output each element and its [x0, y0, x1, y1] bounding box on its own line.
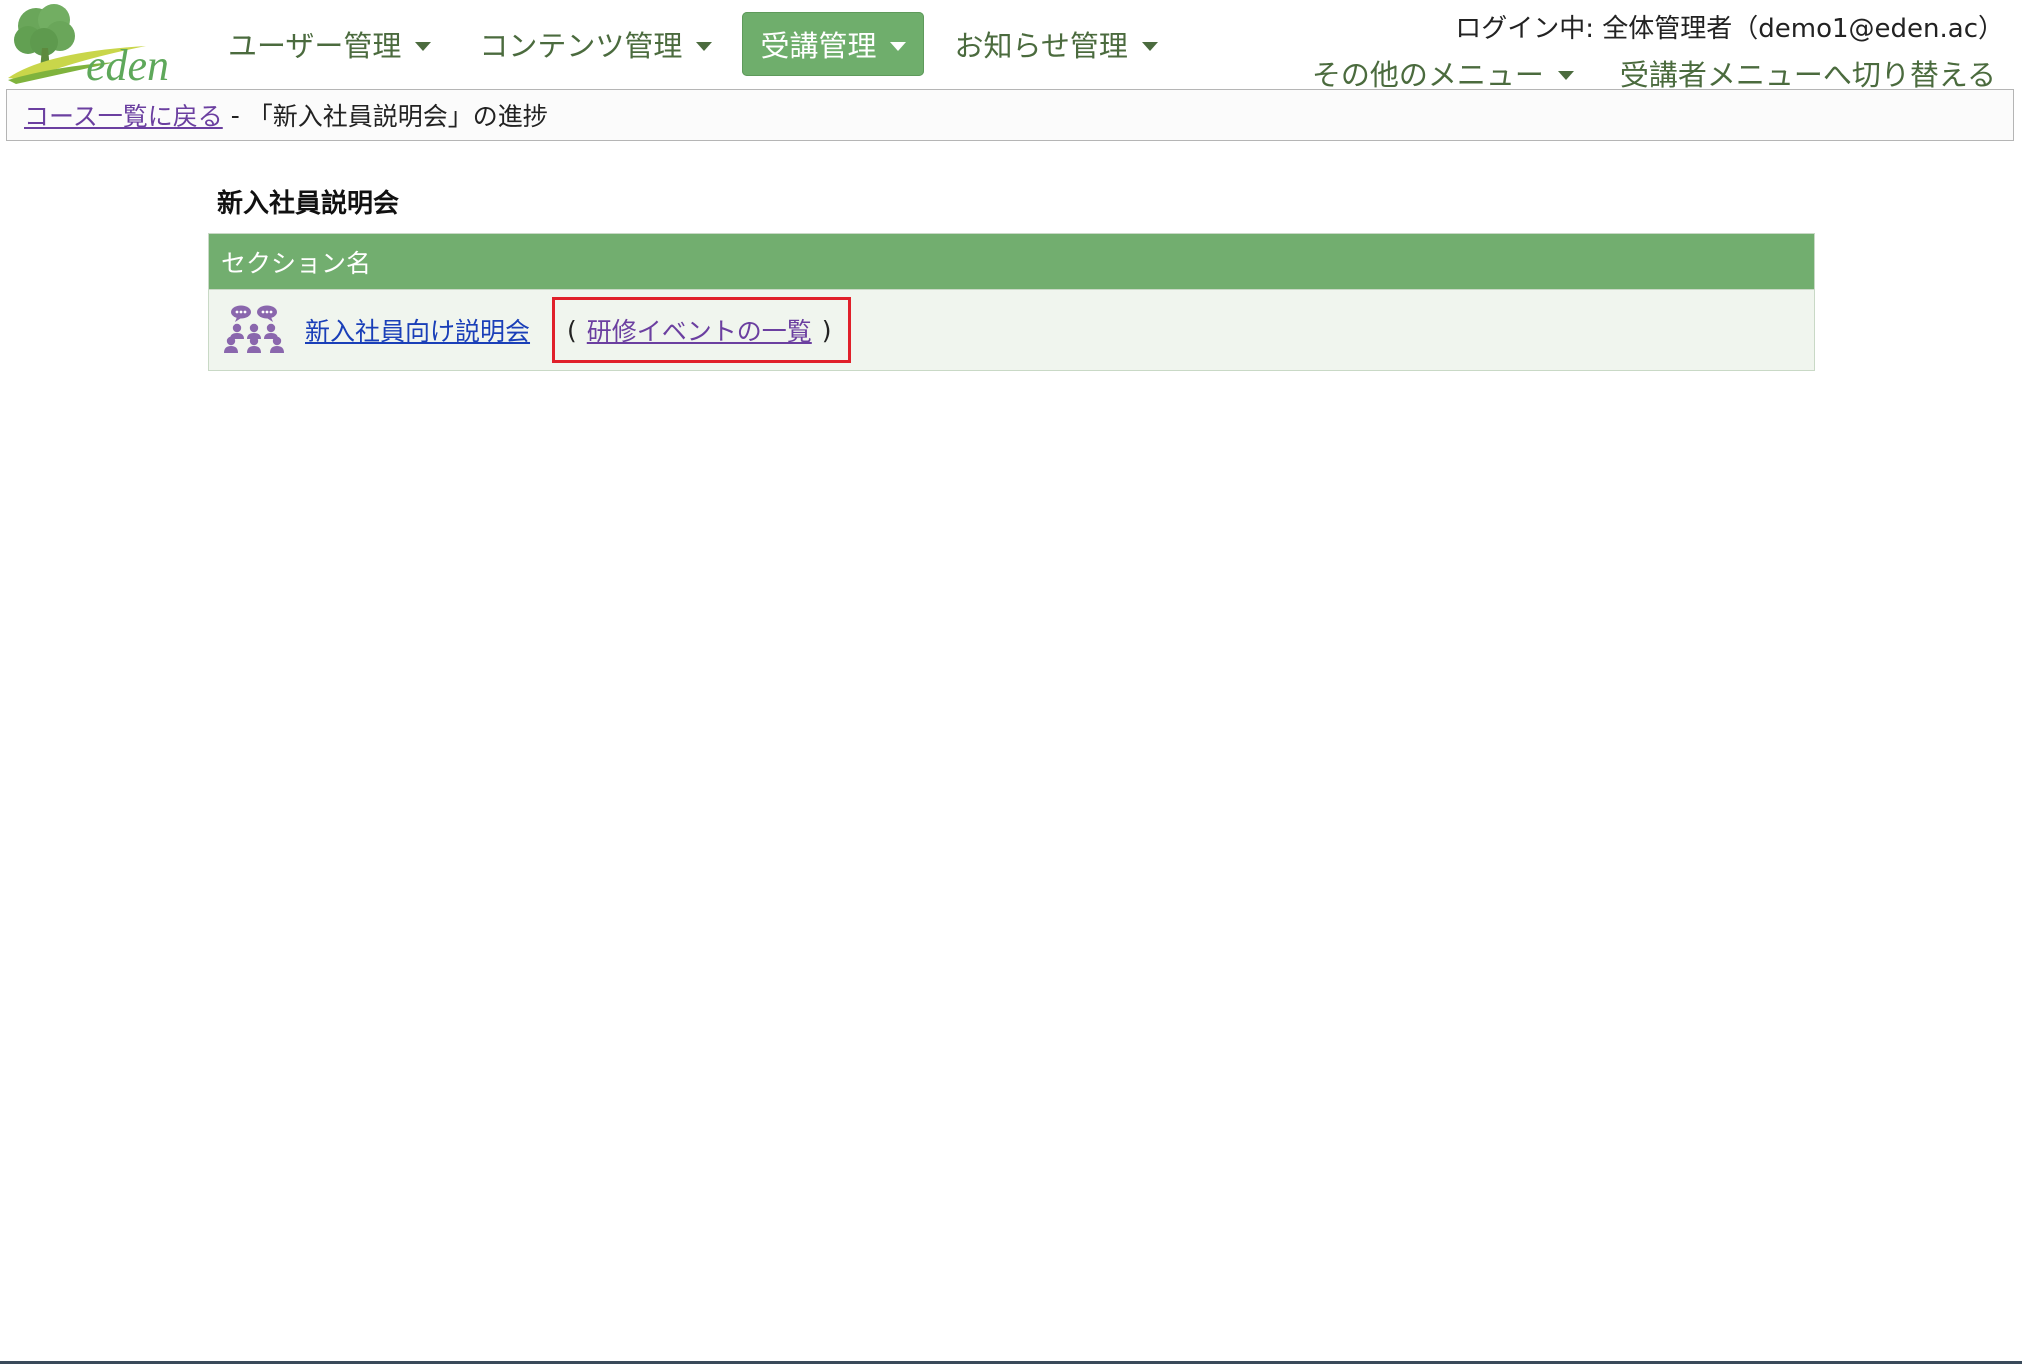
training-events-highlight: ( 研修イベントの一覧 ) — [552, 297, 851, 363]
logo-wordmark: eden — [86, 41, 169, 86]
caret-down-icon — [1141, 41, 1158, 51]
section-table: セクション名 新入社員向け説明会 (研修イベントの一覧) — [208, 233, 1815, 371]
section-link-orientation[interactable]: 新入社員向け説明会 — [305, 312, 530, 348]
nav-user-management-label: ユーザー管理 — [228, 29, 402, 63]
breadcrumb-current: 「新入社員説明会」の進捗 — [247, 102, 548, 131]
nav-notice-management[interactable]: お知らせ管理 — [936, 12, 1175, 76]
breadcrumb: コース一覧に戻る - 「新入社員説明会」の進捗 — [6, 89, 2014, 141]
nav-notice-management-label: お知らせ管理 — [954, 29, 1128, 63]
caret-down-icon — [696, 41, 713, 51]
other-menu-dropdown[interactable]: その他のメニュー — [1312, 52, 1574, 94]
meeting-icon — [223, 305, 285, 355]
page-title: 新入社員説明会 — [217, 189, 400, 219]
breadcrumb-separator: - — [230, 100, 240, 130]
caret-down-icon — [1557, 70, 1574, 80]
nav-course-management[interactable]: 受講管理 — [742, 12, 925, 76]
sub-menu: その他のメニュー 受講者メニューへ切り替える — [1312, 52, 1996, 94]
nav-content-management[interactable]: コンテンツ管理 — [461, 12, 730, 76]
close-paren: ) — [821, 315, 832, 345]
other-menu-label: その他のメニュー — [1311, 58, 1544, 92]
switch-to-learner-menu-link[interactable]: 受講者メニューへ切り替える — [1620, 52, 1996, 94]
switch-to-learner-menu-label: 受講者メニューへ切り替える — [1619, 58, 1996, 92]
header: eden ユーザー管理 コンテンツ管理 受講管理 お知らせ管理 ログイン中: 全… — [0, 0, 2022, 92]
training-event-list-link[interactable]: 研修イベントの一覧 — [587, 312, 812, 348]
nav-course-management-label: 受講管理 — [760, 29, 877, 63]
caret-down-icon — [890, 41, 907, 51]
open-paren: ( — [567, 315, 577, 345]
back-to-course-list-link[interactable]: コース一覧に戻る — [24, 97, 223, 133]
caret-down-icon — [415, 41, 432, 51]
nav-content-management-label: コンテンツ管理 — [479, 29, 683, 63]
nav-user-management[interactable]: ユーザー管理 — [210, 12, 449, 76]
table-row: 新入社員向け説明会 ( 研修イベントの一覧 ) — [209, 290, 1814, 370]
eden-logo[interactable]: eden — [6, 0, 191, 86]
login-info: ログイン中: 全体管理者（demo1@eden.ac） — [1455, 14, 2004, 44]
column-header-section-name: セクション名 — [221, 248, 372, 278]
table-header: セクション名 — [209, 234, 1814, 290]
main-nav: ユーザー管理 コンテンツ管理 受講管理 お知らせ管理 — [210, 12, 1188, 76]
